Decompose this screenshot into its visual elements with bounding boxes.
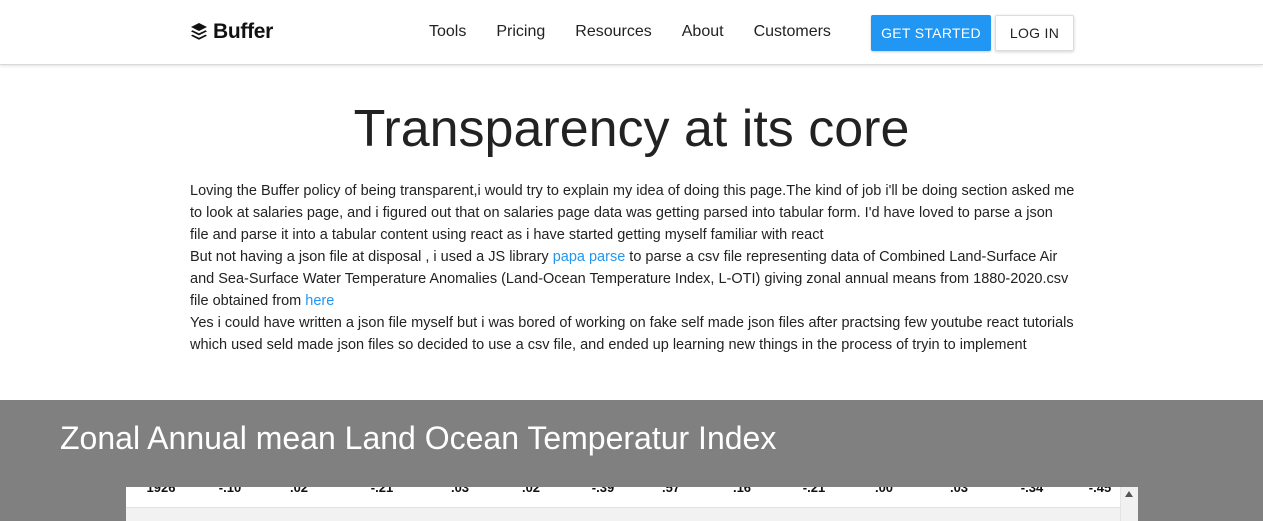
table-cell: -.34 [1020, 487, 1044, 495]
table-scrollbar[interactable] [1120, 487, 1138, 521]
intro-p2-text-a: But not having a json file at disposal ,… [190, 249, 553, 265]
data-table[interactable]: 1926 -.10 .02 -.21 .03 .02 -.39 .57 .16 … [126, 487, 1138, 521]
table-cell: .00 [874, 487, 894, 495]
table-cell: .02 [289, 487, 309, 495]
table-row [126, 507, 1121, 521]
table-cell: .02 [521, 487, 541, 495]
get-started-button[interactable]: GET STARTED [871, 15, 991, 51]
page-title: Transparency at its core [353, 100, 910, 158]
table-cell: .16 [732, 487, 752, 495]
section-title: Zonal Annual mean Land Ocean Temperatur … [60, 420, 777, 456]
buffer-stack-icon [191, 23, 207, 40]
main-menu: Tools Pricing Resources About Customers [429, 22, 861, 42]
menu-tools[interactable]: Tools [429, 22, 466, 42]
here-link[interactable]: here [305, 293, 334, 309]
table-cell: .03 [450, 487, 470, 495]
papa-parse-link[interactable]: papa parse [553, 249, 626, 265]
buffer-logo[interactable]: Buffer [190, 20, 273, 44]
menu-customers[interactable]: Customers [754, 22, 831, 42]
menu-resources[interactable]: Resources [575, 22, 651, 42]
table-row: 1926 -.10 .02 -.21 .03 .02 -.39 .57 .16 … [126, 487, 1121, 500]
table-cell: -.10 [218, 487, 242, 495]
intro-text: Loving the Buffer policy of being transp… [190, 180, 1075, 356]
table-cell: .57 [661, 487, 681, 495]
intro-paragraph-3: Yes i could have written a json file mys… [190, 315, 1074, 353]
table-cell: 1926 [146, 487, 176, 495]
table-cell: -.39 [591, 487, 615, 495]
menu-pricing[interactable]: Pricing [496, 22, 545, 42]
log-in-button[interactable]: LOG IN [995, 15, 1074, 51]
logo-text: Buffer [213, 20, 274, 43]
intro-paragraph-1: Loving the Buffer policy of being transp… [190, 183, 1075, 243]
data-section: Zonal Annual mean Land Ocean Temperatur … [0, 400, 1263, 521]
table-cell: .03 [949, 487, 969, 495]
table-cell: -.21 [802, 487, 826, 495]
table-cell: -.21 [370, 487, 394, 495]
menu-about[interactable]: About [682, 22, 724, 42]
scroll-up-arrow-icon[interactable] [1125, 491, 1133, 497]
intro-paragraph-2: But not having a json file at disposal ,… [190, 246, 1075, 312]
top-navbar: Buffer Tools Pricing Resources About Cus… [0, 0, 1263, 65]
